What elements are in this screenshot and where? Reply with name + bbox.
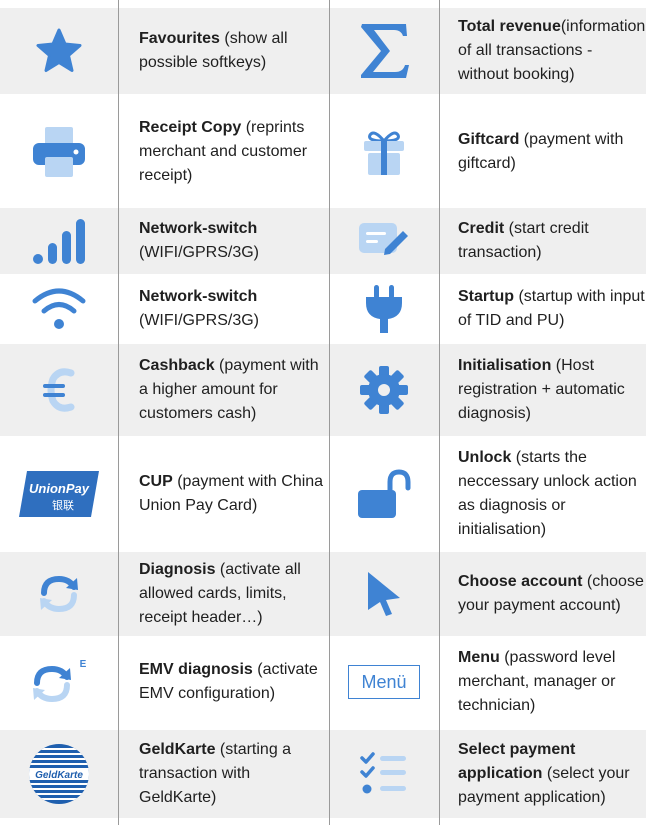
softkey-description: Choose account (choose your payment acco…: [458, 552, 646, 636]
softkey-description: Cashback (payment with a higher amount f…: [139, 344, 324, 436]
softkey-table: Favourites (show all possible softkeys) …: [0, 0, 646, 825]
softkey-description: GeldKarte (starting a transaction with G…: [139, 730, 324, 818]
table-row: Favourites (show all possible softkeys) …: [0, 8, 646, 94]
softkey-description: Initialisation (Host registration + auto…: [458, 344, 646, 436]
refresh-icon: [0, 552, 118, 636]
softkey-description: Receipt Copy (reprints merchant and cust…: [139, 102, 324, 202]
softkey-title: Giftcard: [458, 131, 520, 148]
checklist-icon: [329, 730, 439, 818]
gift-icon: [329, 102, 439, 202]
softkey-title: Favourites: [139, 30, 220, 47]
unionpay-logo-text: UnionPay: [29, 481, 90, 496]
softkey-description: Credit (start credit transaction): [458, 208, 646, 274]
softkey-description: CUP (payment with China Union Pay Card): [139, 442, 324, 546]
table-row: Receipt Copy (reprints merchant and cust…: [0, 102, 646, 202]
softkey-title: GeldKarte: [139, 741, 216, 758]
softkey-title: Total revenue: [458, 18, 561, 35]
table-row: Cashback (payment with a higher amount f…: [0, 344, 646, 436]
softkey-title: Unlock: [458, 449, 512, 466]
credit-edit-icon: [329, 208, 439, 274]
geldkarte-logo-icon: GeldKarte: [0, 730, 118, 818]
softkey-description: Favourites (show all possible softkeys): [139, 8, 324, 94]
softkey-title: Startup: [458, 288, 514, 305]
softkey-title: Menu: [458, 649, 500, 666]
column-divider: [329, 0, 330, 825]
table-row: UnionPay 银联 CUP (payment with China Unio…: [0, 442, 646, 546]
softkey-description: EMV diagnosis (activate EMV configuratio…: [139, 640, 324, 724]
softkey-title: CUP: [139, 473, 173, 490]
cursor-icon: [329, 552, 439, 636]
softkey-description: Network-switch (WIFI/GPRS/3G): [139, 280, 324, 338]
softkey-description: Menu (password level merchant, manager o…: [458, 640, 646, 724]
softkey-title: Choose account: [458, 573, 583, 590]
signal-bars-icon: [0, 208, 118, 274]
softkey-description: Diagnosis (activate all allowed cards, l…: [139, 552, 324, 636]
softkey-desc: (WIFI/GPRS/3G): [139, 312, 259, 329]
softkey-title: EMV diagnosis: [139, 661, 253, 678]
softkey-description: Startup (startup with input of TID and P…: [458, 280, 646, 338]
sigma-icon: [329, 8, 439, 94]
plug-icon: [329, 280, 439, 338]
softkey-description: Network-switch (WIFI/GPRS/3G): [139, 208, 324, 274]
softkey-title: Initialisation: [458, 357, 552, 374]
wifi-icon: [0, 280, 118, 338]
softkey-desc: (WIFI/GPRS/3G): [139, 244, 259, 261]
star-icon: [0, 8, 118, 94]
refresh-e-icon: E: [0, 640, 118, 724]
softkey-title: Network-switch: [139, 220, 258, 237]
gear-icon: [329, 344, 439, 436]
table-row: E EMV diagnosis (activate EMV configurat…: [0, 640, 646, 724]
softkey-title: Cashback: [139, 357, 215, 374]
unionpay-logo-sub: 银联: [52, 498, 74, 512]
euro-icon: [0, 344, 118, 436]
softkey-description: Unlock (starts the neccessary unlock act…: [458, 442, 646, 546]
unlock-icon: [329, 442, 439, 546]
softkey-title: Network-switch: [139, 288, 258, 305]
table-row: Network-switch (WIFI/GPRS/3G) Credit (st…: [0, 208, 646, 274]
table-row: Network-switch (WIFI/GPRS/3G) Startup (s…: [0, 280, 646, 338]
softkey-description: Giftcard (payment with giftcard): [458, 102, 646, 202]
table-row: GeldKarte GeldKarte (starting a transact…: [0, 730, 646, 818]
softkey-description: Select payment application (select your …: [458, 730, 646, 818]
geldkarte-logo-text: GeldKarte: [35, 770, 83, 781]
column-divider: [439, 0, 440, 825]
column-divider: [118, 0, 119, 825]
softkey-title: Diagnosis: [139, 561, 216, 578]
menu-button[interactable]: Menü: [348, 665, 420, 699]
printer-icon: [0, 102, 118, 202]
menu-button-icon: Menü: [329, 640, 439, 724]
table-row: Diagnosis (activate all allowed cards, l…: [0, 552, 646, 636]
unionpay-logo-icon: UnionPay 银联: [0, 442, 118, 546]
softkey-title: Receipt Copy: [139, 119, 242, 136]
softkey-description: Total revenue(information of all transac…: [458, 8, 646, 94]
emv-badge: E: [80, 659, 87, 670]
softkey-title: Credit: [458, 220, 505, 237]
